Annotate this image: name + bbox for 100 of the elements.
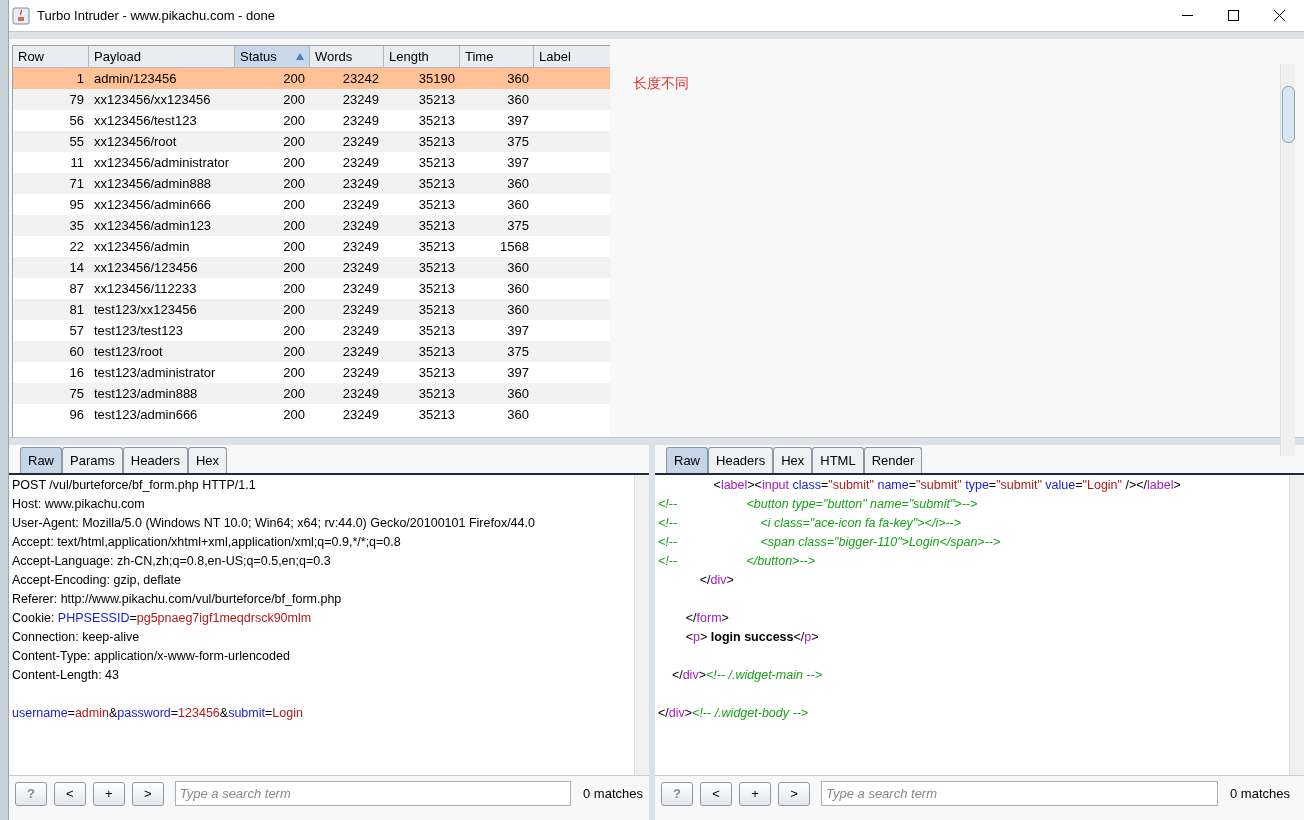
table-cell-text: test123/root <box>93 342 164 361</box>
table-cell-text: 35213 <box>417 216 456 235</box>
match-count: 0 matches <box>1230 784 1290 803</box>
code-line: <!-- <i class="ace-icon fa fa-key"></i>--> <box>658 515 963 532</box>
table-cell-text: 200 <box>282 174 306 193</box>
table-cell-text: 200 <box>282 111 306 130</box>
table-cell-text: test123/administrator <box>93 363 217 382</box>
table-cell-text: 360 <box>506 195 530 214</box>
table-cell-text: 200 <box>282 69 306 88</box>
tab[interactable]: Raw <box>666 447 708 473</box>
table-cell-text: 79 <box>68 90 85 109</box>
table-row[interactable]: 79 xx123456/xx123456 200 23249 35213 360 <box>13 89 610 110</box>
table-cell-text: 35213 <box>417 132 456 151</box>
table-cell-text: 200 <box>282 132 306 151</box>
table-cell-text: xx123456/112233 <box>93 279 198 298</box>
table-cell-text: 397 <box>506 321 530 340</box>
table-cell-text: 200 <box>282 258 306 277</box>
table-cell-text: 35 <box>68 216 85 235</box>
close-icon <box>1273 10 1285 21</box>
table-cell-text: 23249 <box>341 153 380 172</box>
code-line: </div> <box>698 572 735 589</box>
add-button[interactable]: + <box>92 781 125 806</box>
next-button[interactable]: > <box>778 781 810 806</box>
table-cell-text: test123/xx123456 <box>93 300 198 319</box>
table-cell-text: 71 <box>68 174 85 193</box>
table-cell-text: 35213 <box>417 153 456 172</box>
table-row[interactable]: 60 test123/root 200 23249 35213 375 <box>13 341 610 362</box>
table-cell-text: 55 <box>68 132 85 151</box>
note-text: 长度不同 <box>633 75 689 91</box>
column-header[interactable]: Length <box>384 46 460 68</box>
tab[interactable]: Headers <box>708 447 774 473</box>
previous-button[interactable]: < <box>53 781 86 806</box>
table-cell-text: 60 <box>68 342 85 361</box>
table-row[interactable]: 81 test123/xx123456 200 23249 35213 360 <box>13 299 610 320</box>
splitter-handle[interactable] <box>9 437 1304 445</box>
tab[interactable]: Render <box>863 447 923 473</box>
column-header[interactable]: Label <box>534 46 610 68</box>
column-header[interactable]: Time <box>460 46 534 68</box>
table-cell-text: 35213 <box>417 237 456 256</box>
table-cell-text: xx123456/test123 <box>93 111 198 130</box>
search-field[interactable]: Type a search term <box>174 781 571 806</box>
column-header[interactable]: Row <box>13 46 89 68</box>
tab[interactable]: Headers <box>122 447 188 473</box>
tab[interactable]: Hex <box>773 447 813 473</box>
table-cell-text: 375 <box>506 216 530 235</box>
table-cell-text: 35213 <box>417 300 456 319</box>
table-cell-text: 35213 <box>417 90 456 109</box>
add-button[interactable]: + <box>739 781 771 806</box>
next-button[interactable]: > <box>131 781 164 806</box>
table-row[interactable]: 35 xx123456/admin123 200 23249 35213 375 <box>13 215 610 236</box>
column-header[interactable]: Words <box>310 46 384 68</box>
scrollbar[interactable] <box>1280 64 1295 456</box>
scrollbar[interactable] <box>1289 475 1304 775</box>
table-cell-text: 35213 <box>417 111 456 130</box>
tab[interactable]: Raw <box>20 447 62 473</box>
code-line: Cookie: PHPSESSID=pg5pnaeg7igf1meqdrsck90mlm <box>12 610 313 627</box>
table-cell-text: xx123456/admin888 <box>93 174 213 193</box>
previous-button[interactable]: < <box>700 781 732 806</box>
table-cell-text: 360 <box>506 258 530 277</box>
table-cell-text: 200 <box>282 405 306 424</box>
table-cell-text: xx123456/admin123 <box>93 216 213 235</box>
app-icon <box>12 6 30 25</box>
table-cell-text: 397 <box>506 153 530 172</box>
table-cell-text: 23249 <box>341 216 380 235</box>
splitter-handle[interactable] <box>9 31 1304 39</box>
maximize-icon <box>1227 10 1239 21</box>
column-header[interactable]: Status <box>235 46 310 68</box>
table-cell-text: 35213 <box>417 342 456 361</box>
window-title: Turbo Intruder - www.pikachu.com - done <box>37 6 275 25</box>
tab[interactable]: Params <box>62 447 123 473</box>
scrollbar[interactable] <box>634 475 649 775</box>
table-row[interactable]: 1 admin/123456 200 23242 35190 360 <box>13 68 610 89</box>
splitter-handle[interactable] <box>649 445 655 820</box>
table-cell-text: 375 <box>506 132 530 151</box>
table-cell-text: 200 <box>282 279 306 298</box>
table-row[interactable]: 75 test123/admin888 200 23249 35213 360 <box>13 383 610 404</box>
table-cell-text: admin/123456 <box>93 69 178 88</box>
table-cell-text: test123/test123 <box>93 321 184 340</box>
table-cell-text: 23249 <box>341 237 380 256</box>
table-cell-text: 200 <box>282 90 306 109</box>
table-cell-text: 11 <box>69 153 85 172</box>
table-cell-text: 35213 <box>417 174 456 193</box>
tab[interactable]: HTML <box>812 447 864 473</box>
code-line: <!-- </button>--> <box>658 553 816 570</box>
table-cell-text: 1568 <box>499 237 530 256</box>
column-header[interactable]: Payload <box>89 46 235 68</box>
tab[interactable]: Hex <box>187 447 228 473</box>
table-cell-text: 23249 <box>341 342 380 361</box>
table-row[interactable]: 14 xx123456/123456 200 23249 35213 360 <box>13 257 610 278</box>
table-cell-text: 200 <box>282 237 306 256</box>
table-cell-text: 200 <box>282 216 306 235</box>
table-cell-text: 200 <box>282 384 306 403</box>
table-cell-text: test123/admin888 <box>93 384 199 403</box>
code-line: Content-Length: 43 <box>12 667 121 684</box>
table-row[interactable]: 71 xx123456/admin888 200 23249 35213 360 <box>13 173 610 194</box>
search-field[interactable]: Type a search term <box>821 781 1218 806</box>
table-cell-text: 23249 <box>341 384 380 403</box>
table-row[interactable]: 55 xx123456/root 200 23249 35213 375 <box>13 131 610 152</box>
sort-ascending-icon <box>296 53 304 60</box>
code-line: Host: www.pikachu.com <box>12 496 146 513</box>
